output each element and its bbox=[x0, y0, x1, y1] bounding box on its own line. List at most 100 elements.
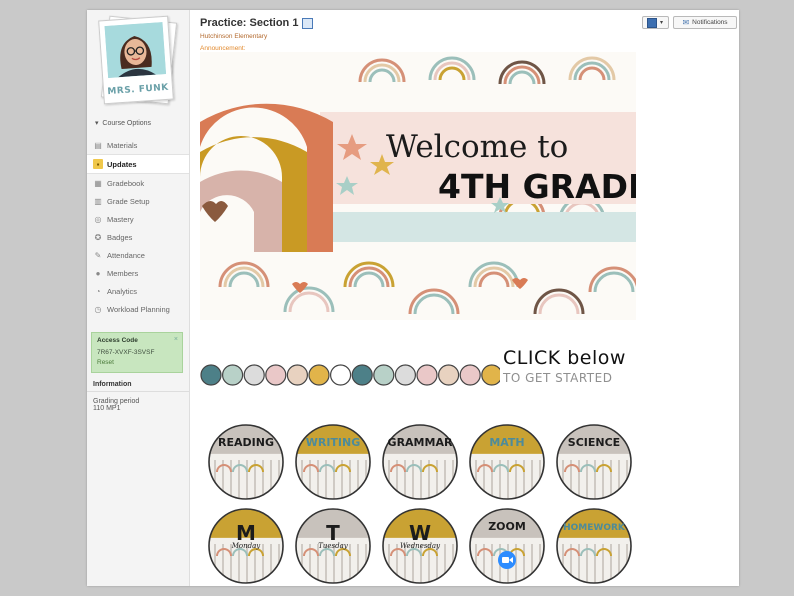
sidebar-item-grade-setup[interactable]: ▥ Grade Setup bbox=[87, 192, 189, 210]
page: MRS. FUNK ▾ Course Options ▤ Materials ▪… bbox=[87, 10, 739, 586]
palette-dot bbox=[416, 364, 438, 386]
sidebar-item-label: Updates bbox=[107, 159, 137, 169]
page-title: Practice: Section 1 bbox=[200, 17, 314, 29]
subject-label: SCIENCE bbox=[568, 436, 620, 449]
subject-label: MATH bbox=[489, 436, 524, 449]
palette-dot bbox=[459, 364, 481, 386]
materials-icon: ▤ bbox=[94, 140, 102, 150]
subject-button-monday[interactable]: MMonday bbox=[208, 508, 284, 584]
sidebar-item-badges[interactable]: ✪ Badges bbox=[87, 228, 189, 246]
subject-button-grammar[interactable]: GRAMMAR bbox=[382, 424, 458, 500]
subject-label: ZOOM bbox=[488, 520, 526, 533]
notifications-label: Notifications bbox=[692, 19, 728, 26]
palette-dot bbox=[351, 364, 373, 386]
subject-label: READING bbox=[218, 436, 274, 449]
cta-line2: TO GET STARTED bbox=[503, 371, 613, 385]
analytics-icon: ◔ bbox=[95, 286, 101, 296]
call-to-action: CLICK below TO GET STARTED bbox=[503, 347, 643, 385]
palette-dot bbox=[438, 364, 460, 386]
palette-dot bbox=[200, 364, 222, 386]
close-icon[interactable]: × bbox=[174, 336, 178, 343]
sidebar-item-label: Workload Planning bbox=[107, 304, 170, 314]
workload-icon: ◷ bbox=[94, 304, 102, 314]
badges-icon: ✪ bbox=[94, 232, 102, 242]
course-options-toggle[interactable]: ▾ Course Options bbox=[95, 119, 151, 127]
course-title: Practice: Section 1 bbox=[200, 17, 299, 29]
information-heading: Information bbox=[93, 381, 132, 388]
toolbar: ▾ ✉ Notifications bbox=[642, 16, 737, 29]
banner-line1: Welcome to bbox=[386, 129, 568, 165]
cta-line1: CLICK below bbox=[503, 347, 626, 369]
sidebar-item-gradebook[interactable]: ▦ Gradebook bbox=[87, 174, 189, 192]
subject-label: WRITING bbox=[306, 436, 361, 449]
subject-button-science[interactable]: SCIENCE bbox=[556, 424, 632, 500]
subject-button-tuesday[interactable]: TTuesday bbox=[295, 508, 371, 584]
subject-button-zoom[interactable]: ZOOM bbox=[469, 508, 545, 584]
sidebar-item-label: Members bbox=[107, 268, 139, 278]
subject-sublabel: Wednesday bbox=[400, 542, 441, 550]
access-code-value: 7R67-XVXF-3SVSF bbox=[97, 349, 155, 356]
subject-button-writing[interactable]: WRITING bbox=[295, 424, 371, 500]
layout-icon bbox=[647, 17, 657, 28]
sidebar-item-label: Mastery bbox=[107, 214, 134, 224]
sidebar-item-workload-planning[interactable]: ◷ Workload Planning bbox=[87, 300, 189, 318]
subject-button-homework[interactable]: HOMEWORK bbox=[556, 508, 632, 584]
caret-down-icon: ▾ bbox=[95, 120, 99, 127]
subject-label: HOMEWORK bbox=[563, 523, 626, 533]
announcement-label: Announcement: bbox=[200, 45, 246, 52]
sidebar-item-label: Materials bbox=[107, 140, 138, 150]
sidebar-item-label: Gradebook bbox=[107, 178, 145, 188]
polaroid-front: MRS. FUNK bbox=[98, 15, 174, 105]
updates-icon: ▪ bbox=[93, 159, 103, 169]
sidebar-item-updates[interactable]: ▪ Updates bbox=[87, 154, 189, 174]
sidebar-item-mastery[interactable]: ◎ Mastery bbox=[87, 210, 189, 228]
subject-button-reading[interactable]: READING bbox=[208, 424, 284, 500]
profile-photo[interactable]: MRS. FUNK bbox=[98, 15, 178, 106]
palette-dot bbox=[243, 364, 265, 386]
notifications-button[interactable]: ✉ Notifications bbox=[673, 16, 737, 29]
palette-dot bbox=[481, 364, 500, 386]
sidebar-item-analytics[interactable]: ◔ Analytics bbox=[87, 282, 189, 300]
palette-dot bbox=[286, 364, 309, 386]
sidebar-item-attendance[interactable]: ✎ Attendance bbox=[87, 246, 189, 264]
course-info-icon[interactable] bbox=[302, 17, 314, 29]
sidebar-item-label: Badges bbox=[107, 232, 133, 242]
sidebar-item-label: Attendance bbox=[107, 250, 145, 260]
divider bbox=[87, 391, 189, 392]
grading-period-value: 110 MP1 bbox=[93, 405, 121, 412]
subject-sublabel: Tuesday bbox=[318, 542, 349, 550]
palette-dot bbox=[308, 364, 330, 386]
banner-line2: 4TH GRADE bbox=[438, 167, 636, 206]
information-section: Information Grading period 110 MP1 bbox=[93, 381, 139, 412]
grade-setup-icon: ▥ bbox=[94, 196, 102, 206]
access-code-box: Access Code × 7R67-XVXF-3SVSF Reset bbox=[91, 332, 183, 373]
sidebar-item-members[interactable]: ● Members bbox=[87, 264, 189, 282]
profile-caption: MRS. FUNK bbox=[107, 82, 170, 98]
sidebar-item-materials[interactable]: ▤ Materials bbox=[87, 136, 189, 154]
subject-button-wednesday[interactable]: WWednesday bbox=[382, 508, 458, 584]
course-options-label: Course Options bbox=[102, 120, 152, 127]
access-code-title: Access Code bbox=[97, 337, 138, 344]
access-code-reset-link[interactable]: Reset bbox=[97, 359, 177, 366]
sidebar-item-label: Analytics bbox=[107, 286, 138, 296]
gradebook-icon: ▦ bbox=[94, 178, 102, 188]
mastery-icon: ◎ bbox=[94, 214, 102, 224]
sidebar-item-label: Grade Setup bbox=[107, 196, 150, 206]
chevron-down-icon: ▾ bbox=[660, 20, 664, 26]
subject-button-math[interactable]: MATH bbox=[469, 424, 545, 500]
palette-dot bbox=[221, 364, 244, 386]
palette-dot bbox=[265, 364, 287, 386]
envelope-icon: ✉ bbox=[682, 18, 690, 27]
sidebar: MRS. FUNK ▾ Course Options ▤ Materials ▪… bbox=[87, 10, 190, 586]
school-link[interactable]: Hutchinson Elementary bbox=[200, 33, 267, 40]
grading-period-label: Grading period bbox=[93, 398, 140, 405]
view-toggle-button[interactable]: ▾ bbox=[642, 16, 669, 29]
palette-dot bbox=[373, 364, 395, 386]
sidebar-nav: ▤ Materials ▪ Updates ▦ Gradebook ▥ Grad… bbox=[87, 136, 189, 318]
welcome-banner: Welcome to 4TH GRADE bbox=[200, 52, 636, 320]
members-icon: ● bbox=[95, 268, 101, 278]
attendance-icon: ✎ bbox=[94, 250, 102, 260]
palette-dot bbox=[394, 364, 416, 386]
subject-label: GRAMMAR bbox=[388, 436, 453, 449]
avatar bbox=[104, 22, 167, 78]
